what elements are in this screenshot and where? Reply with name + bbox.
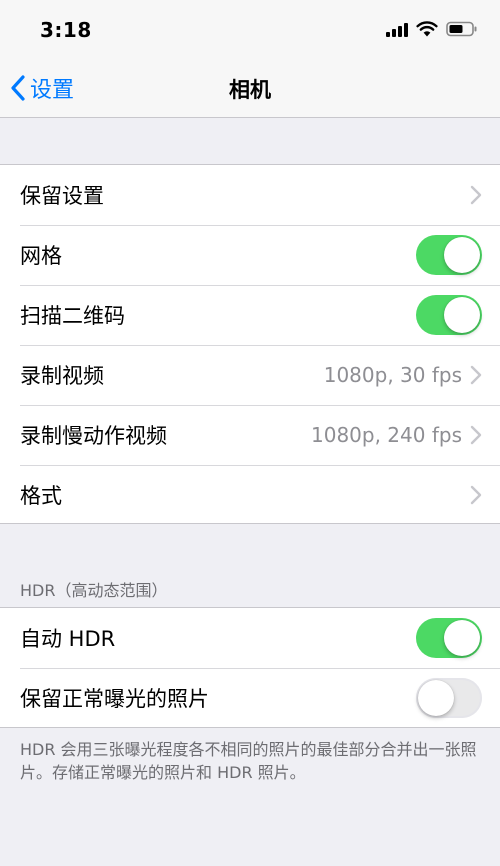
row-label: 录制视频 [20, 364, 104, 388]
chevron-right-icon [470, 425, 482, 445]
toggle-knob [418, 680, 454, 716]
row-record-slo-mo[interactable]: 录制慢动作视频 1080p, 240 fps [0, 405, 500, 465]
row-value: 1080p, 240 fps [311, 423, 462, 447]
cellular-signal-icon [386, 21, 408, 37]
row-keep-normal-photo: 保留正常曝光的照片 [0, 668, 500, 728]
chevron-right-icon [470, 485, 482, 505]
row-value: 1080p, 30 fps [323, 363, 462, 387]
wifi-icon [416, 21, 438, 37]
status-icons [386, 21, 478, 37]
grid-toggle[interactable] [416, 235, 482, 275]
toggle-knob [444, 620, 480, 656]
row-label: 保留设置 [20, 184, 104, 208]
navigation-bar: 设置 相机 [0, 60, 500, 118]
toggle-knob [444, 237, 480, 273]
status-time: 3:18 [40, 18, 92, 42]
row-record-video[interactable]: 录制视频 1080p, 30 fps [0, 345, 500, 405]
hdr-settings-group: 自动 HDR 保留正常曝光的照片 [0, 607, 500, 728]
row-label: 自动 HDR [20, 627, 116, 651]
row-formats[interactable]: 格式 [0, 465, 500, 525]
row-scan-qr-code: 扫描二维码 [0, 285, 500, 345]
page-title: 相机 [229, 78, 271, 102]
chevron-right-icon [470, 185, 482, 205]
hdr-section-footer: HDR 会用三张曝光程度各不相同的照片的最佳部分合并出一张照片。存储正常曝光的照… [20, 740, 477, 782]
row-preserve-settings[interactable]: 保留设置 [0, 165, 500, 225]
row-grid: 网格 [0, 225, 500, 285]
status-bar: 3:18 [0, 0, 500, 60]
camera-settings-group: 保留设置 网格 扫描二维码 录制视频 1080p, 30 fps 录制慢动作视频… [0, 164, 500, 524]
auto-hdr-toggle[interactable] [416, 618, 482, 658]
row-label: 保留正常曝光的照片 [20, 687, 209, 711]
toggle-knob [444, 297, 480, 333]
scan-qr-code-toggle[interactable] [416, 295, 482, 335]
keep-normal-photo-toggle[interactable] [416, 678, 482, 718]
row-label: 录制慢动作视频 [20, 424, 167, 448]
row-label: 扫描二维码 [20, 304, 125, 328]
battery-icon [446, 21, 477, 37]
row-auto-hdr: 自动 HDR [0, 608, 500, 668]
row-label: 格式 [20, 484, 62, 508]
hdr-section-header: HDR（高动态范围） [20, 581, 168, 600]
chevron-right-icon [470, 365, 482, 385]
row-label: 网格 [20, 244, 62, 268]
